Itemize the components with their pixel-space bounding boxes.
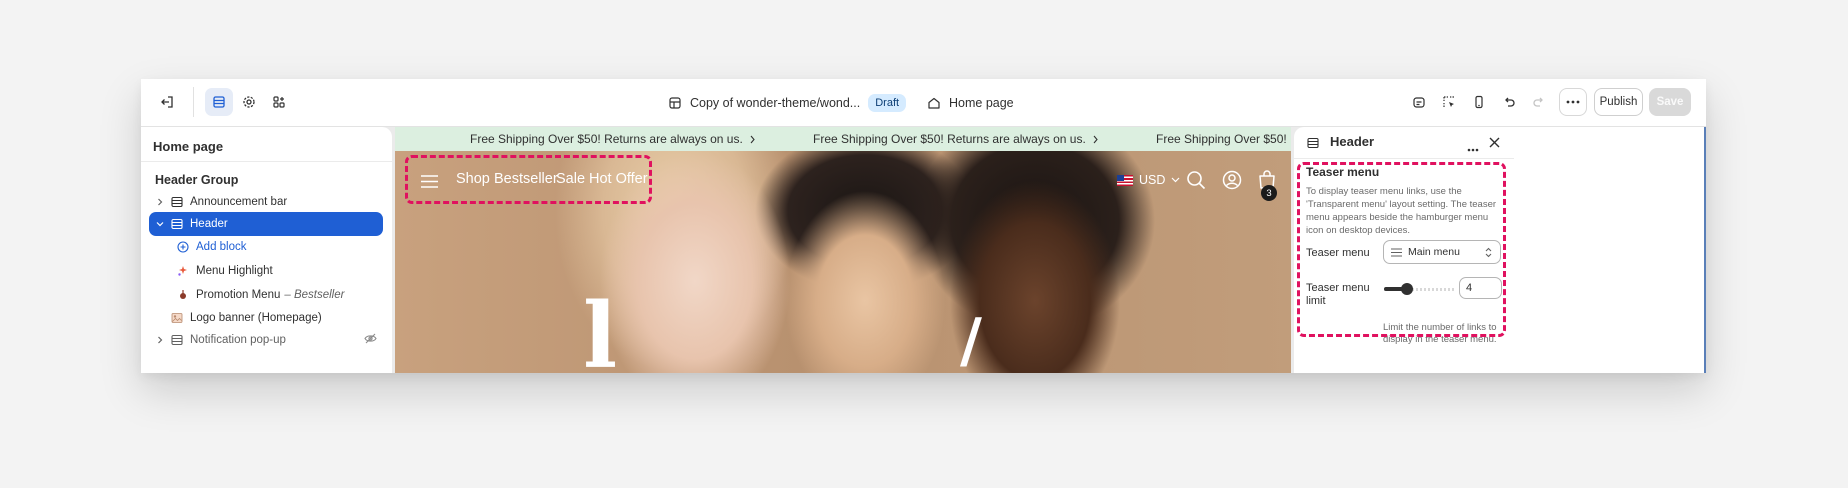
settings-panel: Header Teaser menu To display teaser men… [1294,127,1706,373]
account-icon[interactable] [1222,170,1242,195]
redo-icon[interactable] [1525,88,1553,116]
top-bar: Copy of wonder-theme/wond... Draft Home … [141,79,1706,127]
sidebar-item-logo-banner[interactable]: Logo banner (Homepage) [149,306,383,330]
settings-header: Header [1294,127,1706,157]
chevron-right-icon [750,135,755,143]
announcement-message[interactable]: Free Shipping Over $50! Returns are alwa… [470,127,756,151]
ai-icon[interactable] [1405,88,1433,116]
sparkle-icon [176,264,190,278]
image-icon [170,311,184,325]
undo-icon[interactable] [1495,88,1523,116]
home-icon [928,97,940,109]
inspector-icon[interactable] [1435,88,1463,116]
more-actions-button[interactable] [1559,88,1587,116]
sidebar-item-promotion-menu[interactable]: Promotion Menu – Bestseller [173,283,383,307]
theme-icon [669,97,681,109]
section-icon [170,195,184,209]
announcement-message[interactable]: Free Shipping Over $50! Returns are alwa… [1156,127,1291,151]
sidebar-item-suffix: – Bestseller [284,289,345,301]
theme-selector[interactable]: Copy of wonder-theme/wond... Draft [668,79,907,127]
sidebar-item-label: Notification pop-up [190,334,286,346]
us-flag-icon [1117,174,1133,186]
gear-icon[interactable] [235,88,263,116]
page-selector-label: Home page [949,96,1014,110]
sidebar-item-label: Header [190,218,228,230]
section-icon [1307,136,1319,154]
sidebar-title: Home page [153,139,224,154]
toolbar-divider [193,87,194,117]
apps-icon[interactable] [265,88,293,116]
sidebar-divider [141,161,392,162]
announcement-text: Free Shipping Over $50! Returns are alwa… [813,132,1086,146]
sections-sidebar: Home page Header Group Announcement bar … [141,127,392,373]
teaser-menu-highlight [405,155,652,204]
publish-button[interactable]: Publish [1594,88,1643,116]
hero-headline-fragment: l [583,283,618,373]
sidebar-item-header[interactable]: Header [149,212,383,236]
chevron-right-icon[interactable] [153,336,167,344]
announcement-message[interactable]: Free Shipping Over $50! Returns are alwa… [813,127,1099,151]
save-button[interactable]: Save [1649,88,1691,116]
cart-count-badge: 3 [1261,185,1277,201]
sidebar-item-menu-highlight[interactable]: Menu Highlight [173,259,383,283]
theme-editor-window: Copy of wonder-theme/wond... Draft Home … [141,79,1706,373]
settings-title: Header [1330,134,1375,149]
page-selector[interactable]: Home page [927,79,1014,127]
teaser-settings-highlight [1297,162,1506,337]
theme-name: Copy of wonder-theme/wond... [690,96,861,110]
panel-scroll-edge [1704,127,1706,373]
announcement-bar[interactable]: Free Shipping Over $50! Returns are alwa… [395,127,1291,151]
settings-divider [1294,158,1514,159]
ellipsis-icon[interactable] [1467,139,1479,157]
exit-icon[interactable] [153,88,181,116]
mobile-preview-icon[interactable] [1465,88,1493,116]
add-block-label: Add block [196,241,247,253]
currency-selector[interactable]: USD [1117,173,1180,187]
status-badge: Draft [868,94,907,112]
chevron-down-icon [1171,177,1180,183]
sidebar-item-notification-popup[interactable]: Notification pop-up [149,328,383,352]
pin-icon [176,288,190,302]
chevron-down-icon[interactable] [153,220,167,228]
plus-circle-icon [176,240,190,254]
chevron-right-icon [1093,135,1098,143]
eye-off-icon[interactable] [364,333,377,347]
add-block-button[interactable]: Add block [173,235,383,259]
hero-headline-fragment: / [960,306,982,373]
section-icon [170,333,184,347]
chevron-right-icon[interactable] [153,198,167,206]
announcement-text: Free Shipping Over $50! Returns are alwa… [1156,132,1291,146]
ellipsis-icon [1566,100,1580,104]
sidebar-item-label: Menu Highlight [196,265,273,277]
sidebar-item-label: Promotion Menu [196,289,281,301]
sidebar-item-label: Announcement bar [190,196,288,208]
announcement-text: Free Shipping Over $50! Returns are alwa… [470,132,743,146]
section-icon [170,217,184,231]
sidebar-item-label: Logo banner (Homepage) [190,312,322,324]
storefront-preview[interactable]: Free Shipping Over $50! Returns are alwa… [395,127,1291,373]
sections-icon[interactable] [205,88,233,116]
close-icon[interactable] [1489,135,1500,153]
sidebar-item-announcement-bar[interactable]: Announcement bar [149,190,383,214]
header-group-title: Header Group [155,173,239,187]
search-icon[interactable] [1186,170,1206,195]
currency-label: USD [1139,173,1166,187]
